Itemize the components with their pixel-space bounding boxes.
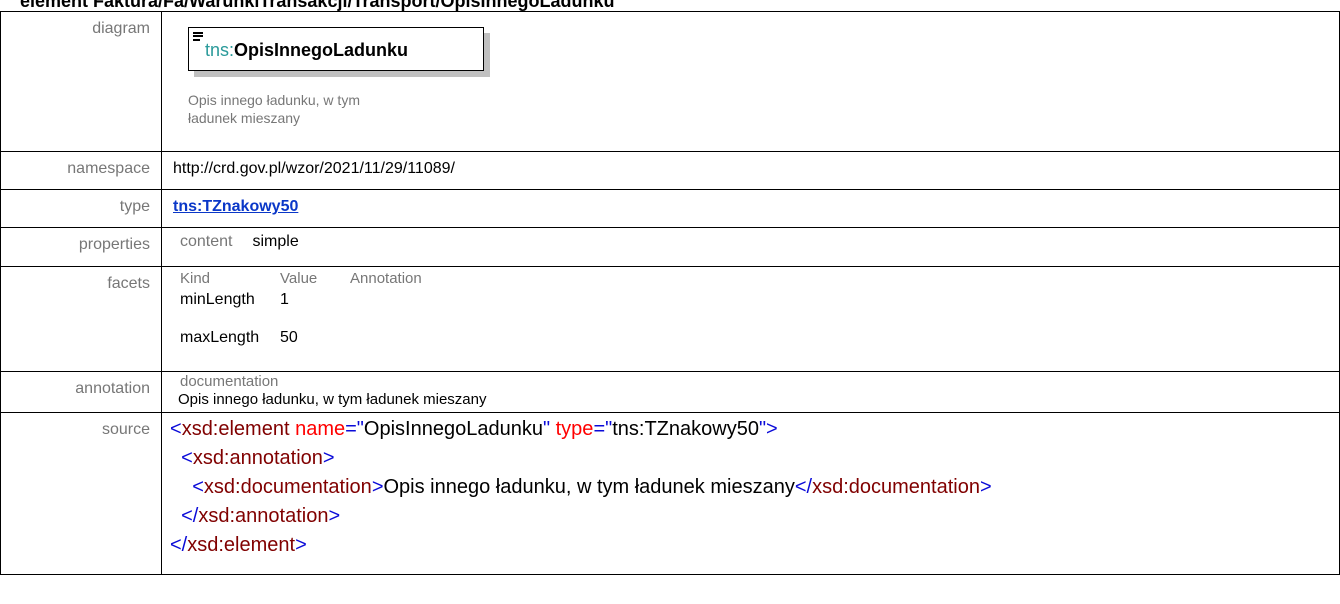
xml-tag: xsd:documentation bbox=[203, 476, 372, 498]
xml-attr-name: name bbox=[295, 418, 346, 440]
label-annotation: annotation bbox=[0, 371, 162, 413]
row-namespace: namespace http://crd.gov.pl/wzor/2021/11… bbox=[0, 151, 1340, 190]
label-facets: facets bbox=[0, 266, 162, 372]
facet-row: maxLength 50 bbox=[162, 327, 1339, 349]
property-key: content bbox=[180, 233, 233, 250]
xml-tag: xsd:documentation bbox=[812, 476, 980, 498]
annotation-key: documentation bbox=[180, 373, 279, 390]
xml-attr-value: OpisInnegoLadunku bbox=[363, 418, 543, 440]
diagram-documentation: Opis innego ładunku, w tym ładunek miesz… bbox=[188, 92, 360, 126]
facets-header: Kind Value Annotation bbox=[162, 270, 1339, 288]
diagram-element-box[interactable]: tns:OpisInnegoLadunku bbox=[188, 27, 484, 71]
xml-attr-type: type bbox=[555, 418, 594, 440]
properties-table: content simple bbox=[162, 233, 1339, 251]
facet-kind: minLength bbox=[180, 291, 255, 308]
label-namespace: namespace bbox=[0, 151, 162, 190]
xml-tag: xsd:element bbox=[181, 418, 290, 440]
facets-header-value: Value bbox=[280, 270, 318, 287]
facet-row: minLength 1 bbox=[162, 289, 1339, 311]
type-link[interactable]: tns:TZnakowy50 bbox=[173, 198, 298, 215]
row-source: source <xsd:element name="OpisInnegoLadu… bbox=[0, 412, 1340, 575]
facet-kind: maxLength bbox=[180, 329, 260, 346]
row-diagram: diagram tns:OpisInnegoLadunku Opis inneg… bbox=[0, 11, 1340, 152]
namespace-value: http://crd.gov.pl/wzor/2021/11/29/11089/ bbox=[161, 151, 1340, 190]
facet-value: 1 bbox=[280, 291, 289, 308]
xml-attr-type-value: tns:TZnakowy50 bbox=[612, 418, 759, 440]
label-source: source bbox=[0, 412, 162, 575]
element-list-icon bbox=[193, 32, 203, 41]
property-value: simple bbox=[252, 233, 299, 250]
label-diagram: diagram bbox=[0, 11, 162, 152]
xml-tag: xsd:annotation bbox=[198, 505, 329, 527]
annotation-text: Opis innego ładunku, w tym ładunek miesz… bbox=[178, 391, 487, 408]
facet-value: 50 bbox=[280, 329, 298, 346]
diagram-cell: tns:OpisInnegoLadunku Opis innego ładunk… bbox=[161, 11, 1340, 152]
facets-header-kind: Kind bbox=[180, 270, 211, 287]
row-type: type tns:TZnakowy50 bbox=[0, 189, 1340, 228]
row-facets: facets Kind Value Annotation minLength 1… bbox=[0, 266, 1340, 372]
element-doc-table: diagram tns:OpisInnegoLadunku Opis inneg… bbox=[0, 11, 1340, 575]
source-code: <xsd:element name="OpisInnegoLadunku" ty… bbox=[170, 418, 992, 556]
xml-tag: xsd:element bbox=[187, 534, 296, 556]
row-annotation: annotation documentation Opis innego ład… bbox=[0, 371, 1340, 413]
facets-header-annotation: Annotation bbox=[350, 270, 422, 287]
xml-tag: xsd:annotation bbox=[192, 447, 323, 469]
diagram-name: OpisInnegoLadunku bbox=[234, 40, 409, 60]
label-type: type bbox=[0, 189, 162, 228]
xml-documentation-text: Opis innego ładunku, w tym ładunek miesz… bbox=[383, 476, 795, 498]
row-properties: properties content simple bbox=[0, 227, 1340, 267]
label-properties: properties bbox=[0, 227, 162, 267]
page-title: element Faktura/Fa/WarunkiTransakcji/Tra… bbox=[20, 0, 615, 11]
diagram-prefix: tns: bbox=[205, 40, 235, 60]
diagram-element-name: tns:OpisInnegoLadunku bbox=[205, 40, 408, 61]
